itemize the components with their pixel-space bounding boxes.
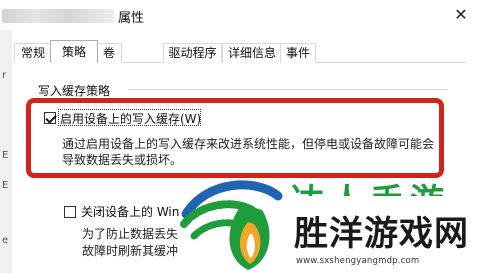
title-bar: 属性 ✕ xyxy=(0,0,479,30)
tab-driver[interactable]: 驱动程序 xyxy=(163,43,222,63)
turn-off-flush-label[interactable]: 关闭设备上的 Win xyxy=(81,203,179,220)
tab-general[interactable]: 常规 xyxy=(14,43,52,63)
write-cache-group-label: 写入缓存策略 xyxy=(38,84,111,98)
watermark-top-text: 达人手游 xyxy=(290,174,450,196)
tab-volume[interactable]: 卷 xyxy=(96,43,122,63)
watermark-main-text: 胜洋游戏网 xyxy=(294,214,469,254)
edge-char: e xyxy=(2,235,9,246)
close-button[interactable]: ✕ xyxy=(451,5,471,25)
tab-policy[interactable]: 策略 xyxy=(50,40,98,63)
watermark-url: www.sxshengyangmdp.com xyxy=(296,256,420,266)
edge-char: E xyxy=(2,150,9,161)
tab-events[interactable]: 事件 xyxy=(280,43,316,63)
tab-details[interactable]: 详细信息 xyxy=(222,43,282,63)
edge-char: E xyxy=(2,180,9,191)
turn-off-flush-checkbox[interactable] xyxy=(64,206,76,218)
background-window-edge: r E E e xyxy=(0,30,12,273)
turn-off-flush-desc-line1: 为了防止数据丢失 xyxy=(82,227,179,241)
device-name-redacted xyxy=(2,9,114,23)
edge-char: r xyxy=(2,70,7,81)
site-watermark: 达人手游 胜洋游戏网 www.sxshengyangmdp.com xyxy=(178,174,479,273)
window-title: 属性 xyxy=(118,11,145,26)
group-divider xyxy=(128,89,448,90)
watermark-logo-icon xyxy=(180,180,283,270)
highlight-annotation xyxy=(26,98,444,178)
turn-off-flush-desc-line2: 故障时刷新其缓冲 xyxy=(82,244,179,258)
